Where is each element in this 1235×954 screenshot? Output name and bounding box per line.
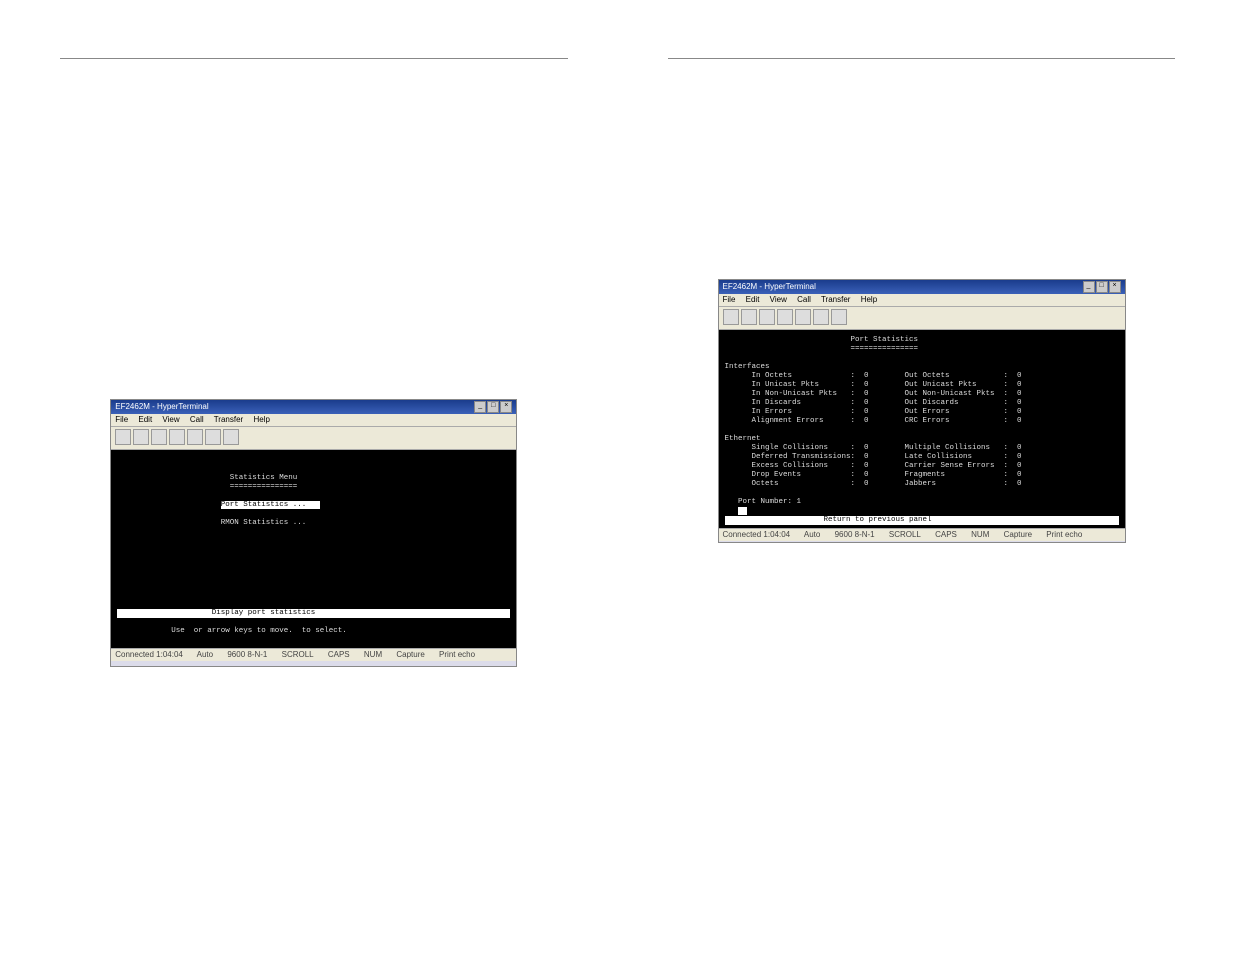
window-titlebar: EF2462M - HyperTerminal _ □ × (719, 280, 1125, 294)
toolbar-btn[interactable] (741, 309, 757, 325)
minimize-icon[interactable]: _ (474, 401, 486, 413)
toolbar-btn[interactable] (795, 309, 811, 325)
screenshot-port-statistics: EF2462M - HyperTerminal _ □ × File Edit … (718, 279, 1126, 543)
terminal-area: Port Statistics =============== Interfac… (719, 330, 1125, 528)
menu-edit[interactable]: Edit (746, 295, 760, 304)
status-capture: Capture (1004, 530, 1032, 539)
toolbar-btn[interactable] (223, 429, 239, 445)
menu-bar: File Edit View Call Transfer Help (719, 294, 1125, 307)
toolbar-btn[interactable] (813, 309, 829, 325)
menu-call[interactable]: Call (190, 415, 204, 424)
toolbar (111, 427, 516, 450)
status-bar: Connected 1:04:04 Auto 9600 8-N-1 SCROLL… (111, 648, 516, 661)
window-title: EF2462M - HyperTerminal (723, 280, 816, 294)
menu-transfer[interactable]: Transfer (214, 415, 244, 424)
maximize-icon[interactable]: □ (1096, 281, 1108, 293)
left-column-header (60, 40, 568, 59)
menu-edit[interactable]: Edit (138, 415, 152, 424)
status-scroll: SCROLL (889, 530, 921, 539)
menu-file[interactable]: File (723, 295, 736, 304)
toolbar-btn[interactable] (205, 429, 221, 445)
menu-file[interactable]: File (115, 415, 128, 424)
window-titlebar: EF2462M - HyperTerminal _ □ × (111, 400, 516, 414)
status-auto: Auto (804, 530, 820, 539)
toolbar (719, 307, 1125, 330)
close-icon[interactable]: × (1109, 281, 1121, 293)
status-echo: Print echo (1046, 530, 1082, 539)
window-title: EF2462M - HyperTerminal (115, 400, 208, 414)
toolbar-btn[interactable] (115, 429, 131, 445)
status-scroll: SCROLL (282, 650, 314, 659)
terminal-area: Statistics Menu =============== Port Sta… (111, 450, 516, 648)
toolbar-btn[interactable] (169, 429, 185, 445)
toolbar-btn[interactable] (777, 309, 793, 325)
status-echo: Print echo (439, 650, 475, 659)
status-caps: CAPS (935, 530, 957, 539)
menu-help[interactable]: Help (253, 415, 269, 424)
toolbar-btn[interactable] (759, 309, 775, 325)
close-icon[interactable]: × (500, 401, 512, 413)
menu-transfer[interactable]: Transfer (821, 295, 851, 304)
menu-view[interactable]: View (770, 295, 787, 304)
status-capture: Capture (396, 650, 424, 659)
menu-call[interactable]: Call (797, 295, 811, 304)
status-caps: CAPS (328, 650, 350, 659)
menu-view[interactable]: View (162, 415, 179, 424)
maximize-icon[interactable]: □ (487, 401, 499, 413)
right-column-header (668, 40, 1176, 59)
menu-help[interactable]: Help (861, 295, 877, 304)
screenshot-statistics-menu: EF2462M - HyperTerminal _ □ × File Edit … (110, 399, 517, 667)
status-bar: Connected 1:04:04 Auto 9600 8-N-1 SCROLL… (719, 528, 1125, 541)
status-num: NUM (364, 650, 382, 659)
menu-bar: File Edit View Call Transfer Help (111, 414, 516, 427)
status-conn: Connected 1:04:04 (723, 530, 791, 539)
status-auto: Auto (197, 650, 213, 659)
toolbar-btn[interactable] (723, 309, 739, 325)
minimize-icon[interactable]: _ (1083, 281, 1095, 293)
status-num: NUM (971, 530, 989, 539)
toolbar-btn[interactable] (151, 429, 167, 445)
toolbar-btn[interactable] (133, 429, 149, 445)
toolbar-btn[interactable] (187, 429, 203, 445)
status-conn: Connected 1:04:04 (115, 650, 183, 659)
status-enc: 9600 8-N-1 (835, 530, 875, 539)
status-enc: 9600 8-N-1 (227, 650, 267, 659)
toolbar-btn[interactable] (831, 309, 847, 325)
